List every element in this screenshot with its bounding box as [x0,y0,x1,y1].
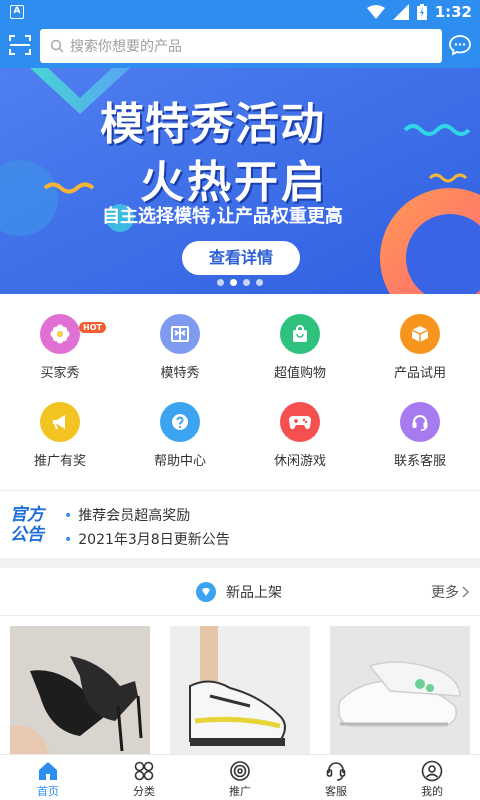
status-bar: A 1:32 [0,0,480,24]
grid-item-product-trial[interactable]: 产品试用 [360,302,480,390]
megaphone-icon [40,402,80,442]
carousel-indicator [217,279,263,286]
book-icon [160,314,200,354]
new-products-header: 新品上架 更多 [0,568,480,616]
banner-title-line2: 火热开启 [140,157,328,208]
tab-home[interactable]: 首页 [0,755,96,800]
announcement-logo: 官方 公告 [10,505,44,545]
profile-icon [421,760,443,782]
search-placeholder: 搜索你想要的产品 [70,39,182,55]
product-image-sneakers [170,626,310,756]
new-products-title: 新品上架 [196,582,282,602]
carousel-dot-active[interactable] [230,279,237,286]
tab-label: 首页 [37,785,59,798]
product-image-heels [10,626,150,756]
carousel-dot[interactable] [243,279,250,286]
tab-category[interactable]: 分类 [96,755,192,800]
view-details-button[interactable]: 查看详情 [182,241,300,275]
announcement-item[interactable]: • 2021年3月8日更新公告 [64,529,230,549]
grid-item-casual-games[interactable]: 休闲游戏 [240,390,360,478]
box-icon [400,314,440,354]
home-icon [39,762,57,780]
grid-item-value-shopping[interactable]: 超值购物 [240,302,360,390]
top-header: 搜索你想要的产品 [0,24,480,68]
promo-banner[interactable]: 模特秀活动 火热开启 自主选择模特,让产品权重更高 查看详情 [0,68,480,294]
scan-icon[interactable] [8,33,32,57]
diamond-icon [196,582,216,602]
grid-label: 帮助中心 [153,454,206,469]
signal-icon [392,4,409,20]
search-icon [50,39,64,53]
notification-icon: A [10,5,24,19]
tab-label: 客服 [325,785,347,798]
help-icon [160,402,200,442]
hot-badge: HOT [79,322,106,333]
tab-label: 分类 [133,785,155,798]
grid-label: 模特秀 [160,366,200,381]
section-divider [0,558,480,568]
banner-subtitle: 自主选择模特,让产品权重更高 [102,206,343,227]
grid-label: 休闲游戏 [273,454,326,469]
more-link[interactable]: 更多 [431,582,470,602]
chevron-right-icon [462,586,470,598]
battery-icon [416,4,427,20]
promote-icon [230,761,250,781]
feature-grid: HOT 买家秀 模特秀 超值购物 产品试用 推广有奖 帮助中心 休闲游戏 联系客… [0,302,480,482]
search-input[interactable]: 搜索你想要的产品 [40,29,442,63]
tab-label: 推广 [229,785,251,798]
grid-label: 推广有奖 [33,454,86,469]
tab-customer-service[interactable]: 客服 [288,755,384,800]
grid-label: 超值购物 [273,366,326,381]
grid-label: 买家秀 [40,366,80,381]
tab-profile[interactable]: 我的 [384,755,480,800]
grid-label: 联系客服 [393,454,446,469]
product-card[interactable] [330,626,470,756]
grid-item-buyer-show[interactable]: HOT 买家秀 [0,302,120,390]
carousel-dot[interactable] [217,279,224,286]
category-icon [134,761,154,781]
grid-item-contact-support[interactable]: 联系客服 [360,390,480,478]
flower-icon [40,314,80,354]
customer-service-icon [326,762,346,781]
product-image-white-shoes [330,626,470,756]
grid-label: 产品试用 [393,366,446,381]
official-announcement: 官方 公告 • 推荐会员超高奖励 • 2021年3月8日更新公告 [0,490,480,558]
grid-item-help-center[interactable]: 帮助中心 [120,390,240,478]
tab-label: 我的 [421,785,443,798]
bottom-tab-bar: 首页 分类 推广 客服 我的 [0,754,480,800]
banner-title: 模特秀活动 [100,99,325,150]
tab-promote[interactable]: 推广 [192,755,288,800]
product-card[interactable] [10,626,150,756]
message-icon[interactable] [448,33,472,57]
wifi-icon [366,5,385,19]
product-card[interactable] [170,626,310,756]
app-screen: A 1:32 搜索你想要的产品 模特秀活动 火热开启 自主选择模特,让产品权重更… [0,0,480,800]
grid-item-model-show[interactable]: 模特秀 [120,302,240,390]
headset-icon [400,402,440,442]
gamepad-icon [280,402,320,442]
clock: 1:32 [434,3,472,21]
shopping-bag-icon [280,314,320,354]
product-list [0,616,480,756]
grid-item-promotion-rewards[interactable]: 推广有奖 [0,390,120,478]
carousel-dot[interactable] [256,279,263,286]
announcement-item[interactable]: • 推荐会员超高奖励 [64,505,190,525]
